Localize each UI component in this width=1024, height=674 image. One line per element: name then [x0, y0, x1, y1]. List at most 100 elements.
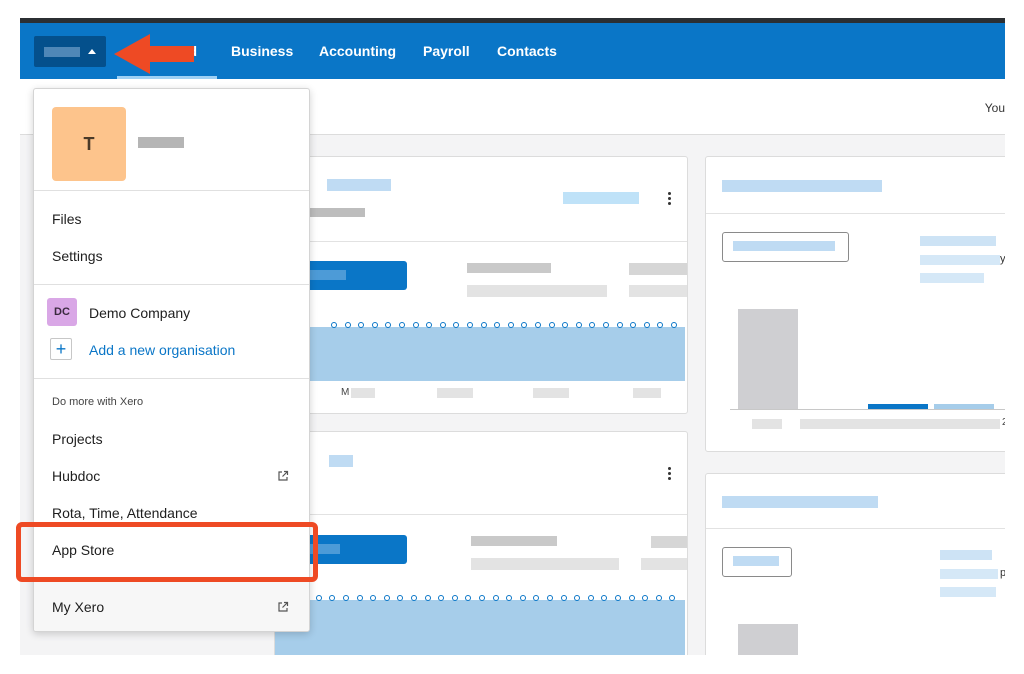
chart-point: [329, 595, 336, 601]
nav-business[interactable]: Business: [231, 43, 293, 59]
card2-balance-chart: [275, 600, 685, 655]
chart-point: [424, 595, 431, 601]
card2-chart-points: [275, 595, 687, 603]
chart-point: [603, 322, 609, 328]
chart-point: [574, 595, 581, 601]
nav-payroll[interactable]: Payroll: [423, 43, 470, 59]
chart-point: [630, 322, 637, 328]
chart-point: [548, 322, 555, 328]
right2-bar-grey: [738, 624, 798, 655]
chart-point: [331, 322, 337, 328]
caret-up-icon: [88, 49, 96, 54]
chart-point: [356, 595, 363, 601]
nav-accounting[interactable]: Accounting: [319, 43, 396, 59]
card1-more-icon[interactable]: [668, 192, 672, 206]
card1-stat-label-redacted: [467, 263, 551, 273]
right1-bar-grey: [738, 309, 798, 409]
user-avatar[interactable]: T: [52, 107, 126, 181]
card1-stat3-redacted: [629, 285, 687, 297]
chart-point: [671, 322, 677, 328]
chart-point: [601, 595, 608, 601]
card1-axis-label: M: [341, 387, 350, 398]
axis-redacted-2: [437, 388, 473, 398]
chart-point: [575, 322, 582, 328]
chart-point: [412, 322, 419, 328]
chart-point: [492, 595, 499, 601]
chart-point: [397, 595, 404, 601]
right2-legend-1-redacted: [940, 550, 992, 560]
menu-item-files[interactable]: Files: [52, 211, 82, 227]
card2-stat3-redacted: [641, 558, 687, 570]
chart-point: [438, 595, 445, 601]
axis-redacted-1: [351, 388, 375, 398]
chart-point: [453, 322, 460, 328]
right2-select-button[interactable]: [722, 547, 792, 577]
right2-legend-fragment-2: p: [1000, 567, 1005, 579]
chart-point: [628, 595, 635, 601]
chart-point: [616, 322, 623, 328]
chart-point: [411, 595, 417, 601]
right1-select-redacted: [733, 241, 835, 251]
menu-item-my-xero[interactable]: My Xero: [52, 599, 104, 615]
plus-icon[interactable]: +: [50, 338, 72, 360]
card1-stat-value-redacted: [467, 285, 607, 297]
card2-stat-value-redacted: [471, 558, 619, 570]
card2-stat-label-redacted: [471, 536, 557, 546]
subbar-right-text: You: [984, 101, 1005, 115]
right1-baseline: [730, 409, 1005, 410]
org-switcher-button[interactable]: [34, 36, 106, 67]
annotation-arrow-icon: [114, 34, 194, 74]
menu-item-add-organisation[interactable]: Add a new organisation: [89, 342, 235, 358]
chart-point: [506, 595, 513, 601]
right1-legend-1-redacted: [920, 236, 996, 246]
right2-legend-fragment-1: y: [1000, 253, 1005, 265]
chart-point: [494, 322, 501, 328]
chart-point: [343, 595, 349, 601]
card1-chart-points: [331, 322, 687, 330]
chart-point: [560, 595, 567, 601]
external-link-icon: [278, 601, 289, 612]
section-label: Do more with Xero: [52, 396, 144, 408]
card2-stat2-redacted: [651, 536, 687, 548]
card1-balance-chart: [275, 327, 685, 381]
chart-point: [358, 322, 365, 328]
right-chart-card-1: y 2: [705, 156, 1005, 452]
menu-item-hubdoc[interactable]: Hubdoc: [52, 468, 100, 484]
nav-contacts[interactable]: Contacts: [497, 43, 557, 59]
chart-point: [480, 322, 487, 328]
menu-item-projects[interactable]: Projects: [52, 431, 103, 447]
user-name-redacted: [138, 137, 184, 148]
chart-point: [426, 322, 433, 328]
chart-point: [587, 595, 594, 601]
org-badge: DC: [47, 298, 77, 326]
right1-legend-3-redacted: [920, 273, 984, 283]
chart-point: [467, 322, 473, 328]
right1-legend-2-redacted: [920, 255, 1000, 265]
right2-select-redacted: [733, 556, 779, 566]
menu-item-demo-company[interactable]: Demo Company: [89, 305, 190, 321]
right1-select-button[interactable]: [722, 232, 849, 262]
dropdown-divider-1: [34, 190, 309, 191]
right-chart-card-2: p: [705, 473, 1005, 655]
chart-point: [451, 595, 458, 601]
dropdown-divider-3: [34, 378, 309, 379]
chart-point: [589, 322, 596, 328]
card1-title-redacted: [327, 179, 391, 191]
card1-divider: [275, 241, 687, 242]
chart-point: [439, 322, 446, 328]
menu-item-rota[interactable]: Rota, Time, Attendance: [52, 505, 198, 521]
card2-more-icon[interactable]: [668, 467, 672, 481]
chart-point: [519, 595, 526, 601]
right1-axis-redacted-1: [752, 419, 782, 429]
chart-point: [370, 595, 377, 601]
chart-point: [344, 322, 351, 328]
chart-point: [383, 595, 390, 601]
chart-point: [643, 322, 650, 328]
external-link-icon: [278, 470, 289, 481]
org-name-redacted: [44, 46, 80, 57]
chart-point: [385, 322, 392, 328]
card1-stat2-redacted: [629, 263, 687, 275]
menu-item-settings[interactable]: Settings: [52, 248, 103, 264]
chart-point: [521, 322, 528, 328]
chart-point: [642, 595, 649, 601]
